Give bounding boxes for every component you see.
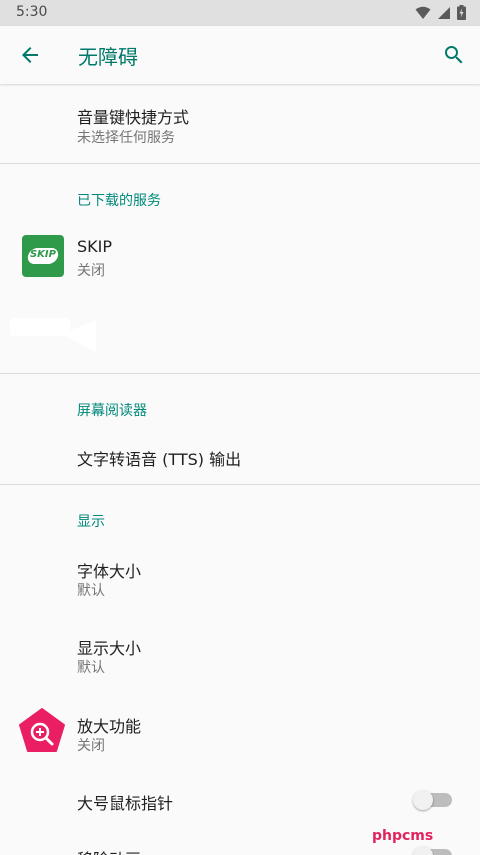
skip-summary: 关闭	[77, 263, 105, 279]
watermark: phpcms	[372, 828, 434, 844]
volume-shortcut-title: 音量键快捷方式	[77, 108, 190, 127]
magnification-item[interactable]: 放大功能 关闭	[0, 695, 480, 767]
wifi-icon	[415, 6, 431, 19]
overlay-artifact	[10, 316, 96, 352]
remove-animations-title: 移除动画	[77, 846, 141, 855]
divider	[0, 373, 480, 374]
toggle-thumb	[413, 790, 433, 810]
skip-icon-label: SKIP	[29, 249, 56, 260]
divider	[0, 163, 480, 164]
toggle-thumb	[413, 846, 433, 855]
display-size-title: 显示大小	[77, 639, 142, 658]
search-icon[interactable]	[442, 43, 466, 67]
page-title: 无障碍	[78, 45, 138, 69]
large-pointer-item[interactable]: 大号鼠标指针	[0, 772, 480, 828]
remove-animations-toggle[interactable]	[413, 846, 452, 855]
tts-output-title: 文字转语音 (TTS) 输出	[77, 450, 242, 469]
display-size-item[interactable]: 显示大小 默认	[0, 617, 480, 689]
large-pointer-toggle[interactable]	[413, 790, 452, 810]
magnification-icon	[19, 708, 65, 752]
skip-app-icon: SKIP	[22, 235, 64, 277]
display-size-summary: 默认	[77, 660, 105, 676]
skip-title: SKIP	[77, 237, 113, 256]
screen-reader-header: 屏幕阅读器	[77, 403, 147, 419]
status-bar: 5:30	[0, 0, 480, 26]
back-arrow-icon[interactable]	[18, 43, 42, 67]
battery-icon	[457, 5, 466, 20]
large-pointer-title: 大号鼠标指针	[77, 794, 174, 813]
divider	[0, 484, 480, 485]
app-bar: 无障碍	[0, 26, 480, 84]
volume-shortcut-item[interactable]: 音量键快捷方式 未选择任何服务	[0, 86, 480, 163]
font-size-summary: 默认	[77, 583, 105, 599]
magnification-title: 放大功能	[77, 717, 142, 736]
display-header: 显示	[77, 514, 105, 530]
magnification-summary: 关闭	[77, 738, 105, 754]
skip-service-item[interactable]: SKIP SKIP 关闭	[0, 220, 480, 292]
font-size-item[interactable]: 字体大小 默认	[0, 540, 480, 612]
font-size-title: 字体大小	[77, 562, 142, 581]
volume-shortcut-summary: 未选择任何服务	[77, 130, 175, 146]
downloaded-services-header: 已下载的服务	[77, 193, 161, 209]
tts-output-item[interactable]: 文字转语音 (TTS) 输出	[0, 428, 480, 484]
signal-icon	[438, 6, 450, 19]
status-icons	[415, 5, 466, 20]
status-time: 5:30	[16, 4, 48, 20]
